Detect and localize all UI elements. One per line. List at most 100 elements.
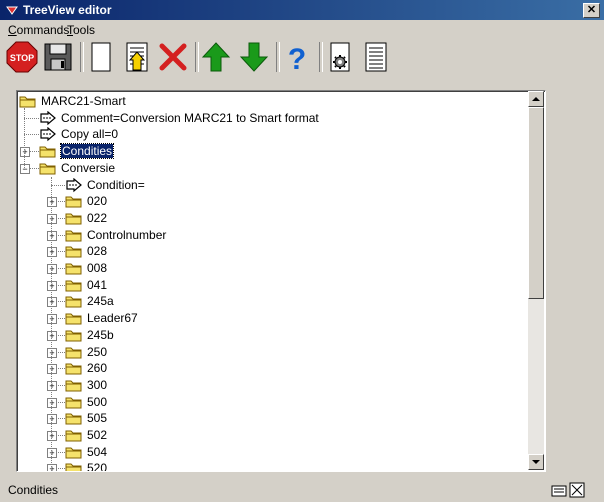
tree-folder-node[interactable]: +028 [17, 243, 527, 260]
item-arrow-icon [66, 177, 82, 192]
expand-icon[interactable]: + [47, 364, 57, 375]
tree-item-node[interactable]: Copy all=0 [17, 126, 527, 143]
expand-icon[interactable]: + [47, 347, 57, 358]
delete-button[interactable] [156, 40, 190, 74]
scroll-down-button[interactable] [528, 454, 544, 470]
tree-folder-node[interactable]: +505 [17, 410, 527, 427]
folder-icon [65, 430, 82, 442]
edit-button[interactable] [120, 40, 154, 74]
expand-icon[interactable]: + [47, 280, 57, 291]
tree-node-label: 020 [87, 194, 108, 209]
tree-connector [24, 117, 39, 119]
stop-button[interactable]: STOP [5, 40, 39, 74]
tree-item-node[interactable]: Comment=Conversion MARC21 to Smart forma… [17, 110, 527, 127]
item-arrow-icon [40, 110, 56, 125]
expand-icon[interactable]: + [47, 247, 57, 258]
menu-tools[interactable]: Tools [67, 23, 95, 37]
folder-icon [65, 246, 82, 258]
tree-item-node[interactable]: Condition= [17, 177, 527, 194]
collapse-icon[interactable]: − [20, 163, 30, 174]
resize-grip-icon[interactable] [569, 482, 585, 498]
tree-node-label: 041 [87, 277, 108, 292]
tree-folder-node[interactable]: +245a [17, 293, 527, 310]
scroll-thumb[interactable] [528, 107, 544, 299]
tree-folder-node[interactable]: +041 [17, 277, 527, 294]
move-up-button[interactable] [199, 40, 233, 74]
tree-folder-node[interactable]: +300 [17, 377, 527, 394]
list-icon [365, 42, 387, 72]
tree-node-label: Leader67 [87, 311, 138, 326]
expand-icon[interactable]: + [47, 264, 57, 274]
expand-icon[interactable]: + [20, 147, 30, 158]
save-button[interactable] [41, 40, 75, 74]
tree-node-label: 245b [87, 327, 114, 342]
folder-icon [65, 313, 82, 325]
tree-folder-node[interactable]: +504 [17, 444, 527, 461]
tree-folder-node[interactable]: +520 [17, 460, 527, 471]
tree-folder-node[interactable]: +020 [17, 193, 527, 210]
move-up-icon [201, 42, 231, 72]
folder-icon [65, 380, 82, 392]
help-button[interactable]: ? [280, 40, 314, 76]
expand-icon[interactable]: + [47, 230, 57, 241]
expand-icon[interactable]: + [47, 414, 57, 425]
tree-connector [51, 177, 52, 471]
tree-folder-node[interactable]: +502 [17, 427, 527, 444]
menu-commands[interactable]: Commands [8, 23, 69, 37]
folder-icon [65, 296, 82, 308]
stop-icon: STOP [6, 41, 38, 73]
tree-folder-node[interactable]: +245b [17, 327, 527, 344]
tree-folder-node[interactable]: +022 [17, 210, 527, 227]
toolbar: STOP ? [0, 38, 604, 78]
tree-folder-node[interactable]: MARC21-Smart [17, 93, 527, 110]
tree-folder-node[interactable]: + Condities [17, 143, 527, 160]
svg-text:?: ? [288, 43, 306, 74]
expand-icon[interactable]: + [47, 314, 57, 325]
tree-node-label: Condities [59, 143, 115, 160]
help-icon: ? [288, 43, 306, 76]
expand-icon[interactable]: + [47, 213, 57, 224]
folder-icon [65, 397, 82, 409]
folder-icon [65, 413, 82, 425]
folder-icon [65, 196, 82, 208]
expand-icon[interactable]: + [47, 397, 57, 408]
keyboard-icon [551, 485, 567, 497]
move-down-button[interactable] [237, 40, 271, 74]
folder-icon [65, 280, 82, 292]
folder-icon [39, 146, 56, 158]
tree-view[interactable]: MARC21-Smart Comment=Conversion MARC21 to… [16, 90, 546, 472]
expand-icon[interactable]: + [47, 431, 57, 441]
scroll-up-button[interactable] [528, 91, 544, 107]
tree-node-label: Condition= [87, 177, 145, 192]
tree-node-label: 245a [87, 294, 114, 309]
tree-folder-node[interactable]: + Controlnumber [17, 227, 527, 244]
status-bar: Condities [0, 480, 604, 502]
vertical-scrollbar[interactable] [528, 91, 544, 470]
expand-icon[interactable]: + [47, 297, 57, 308]
tree-node-label: 505 [87, 411, 108, 426]
expand-icon[interactable]: + [47, 197, 57, 208]
tree-node-label: Comment=Conversion MARC21 to Smart forma… [61, 110, 319, 125]
tree-folder-node[interactable]: +260 [17, 360, 527, 377]
move-down-icon [239, 42, 269, 72]
tree-folder-node[interactable]: +008 [17, 260, 527, 277]
tree-node-label: 028 [87, 244, 108, 259]
expand-icon[interactable]: + [47, 464, 57, 471]
expand-icon[interactable]: + [47, 380, 57, 391]
tree-folder-node[interactable]: − Conversie [17, 160, 527, 177]
tree-folder-node[interactable]: +500 [17, 394, 527, 411]
expand-icon[interactable]: + [47, 330, 57, 341]
folder-icon [65, 263, 82, 275]
save-icon [44, 43, 72, 71]
expand-icon[interactable]: + [47, 447, 57, 458]
folder-icon [65, 347, 82, 358]
close-button[interactable]: ✕ [583, 3, 600, 18]
tree-folder-node[interactable]: +250 [17, 344, 527, 361]
list-button[interactable] [359, 40, 393, 74]
settings-button[interactable] [323, 40, 357, 74]
folder-icon [65, 230, 82, 242]
new-button[interactable] [84, 40, 118, 74]
folder-icon [39, 163, 56, 175]
delete-icon [159, 43, 187, 71]
tree-folder-node[interactable]: + Leader67 [17, 310, 527, 327]
